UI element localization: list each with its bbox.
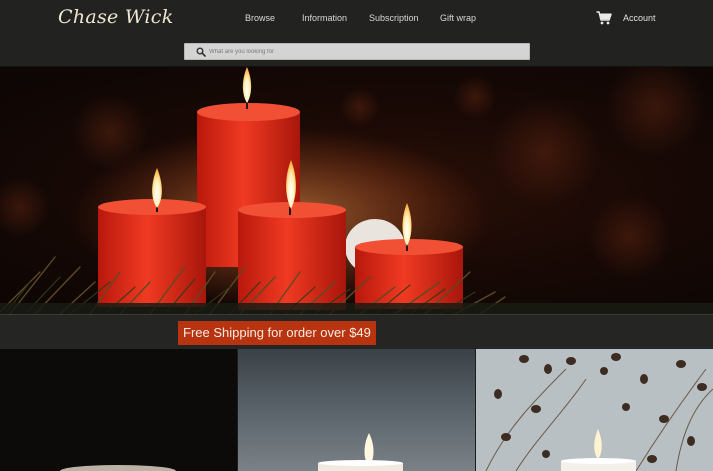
shopping-cart-icon[interactable] bbox=[596, 11, 612, 25]
account-link[interactable]: Account bbox=[623, 13, 656, 23]
product-image-1 bbox=[0, 349, 237, 471]
product-image-3 bbox=[485, 353, 713, 471]
free-shipping-banner[interactable]: Free Shipping for order over $49 bbox=[178, 321, 376, 345]
nav-gift-wrap[interactable]: Gift wrap bbox=[440, 13, 476, 23]
site-header: Chase Wick Browse Information Subscripti… bbox=[0, 0, 713, 67]
nav-subscription[interactable]: Subscription bbox=[369, 13, 419, 23]
hero-banner bbox=[0, 67, 713, 314]
product-tile-1[interactable] bbox=[0, 349, 237, 471]
brand-logo[interactable]: Chase Wick bbox=[58, 6, 174, 28]
search-input[interactable] bbox=[209, 44, 527, 59]
product-tiles bbox=[0, 349, 713, 471]
promo-band: Free Shipping for order over $49 bbox=[0, 314, 713, 349]
search-bar[interactable] bbox=[184, 43, 530, 60]
product-tile-2[interactable] bbox=[238, 349, 475, 471]
nav-information[interactable]: Information bbox=[302, 13, 347, 23]
hero-candles-image bbox=[0, 67, 713, 314]
nav-browse[interactable]: Browse bbox=[245, 13, 275, 23]
search-icon bbox=[196, 47, 206, 57]
product-image-2 bbox=[318, 433, 403, 471]
product-tile-3[interactable] bbox=[476, 349, 713, 471]
